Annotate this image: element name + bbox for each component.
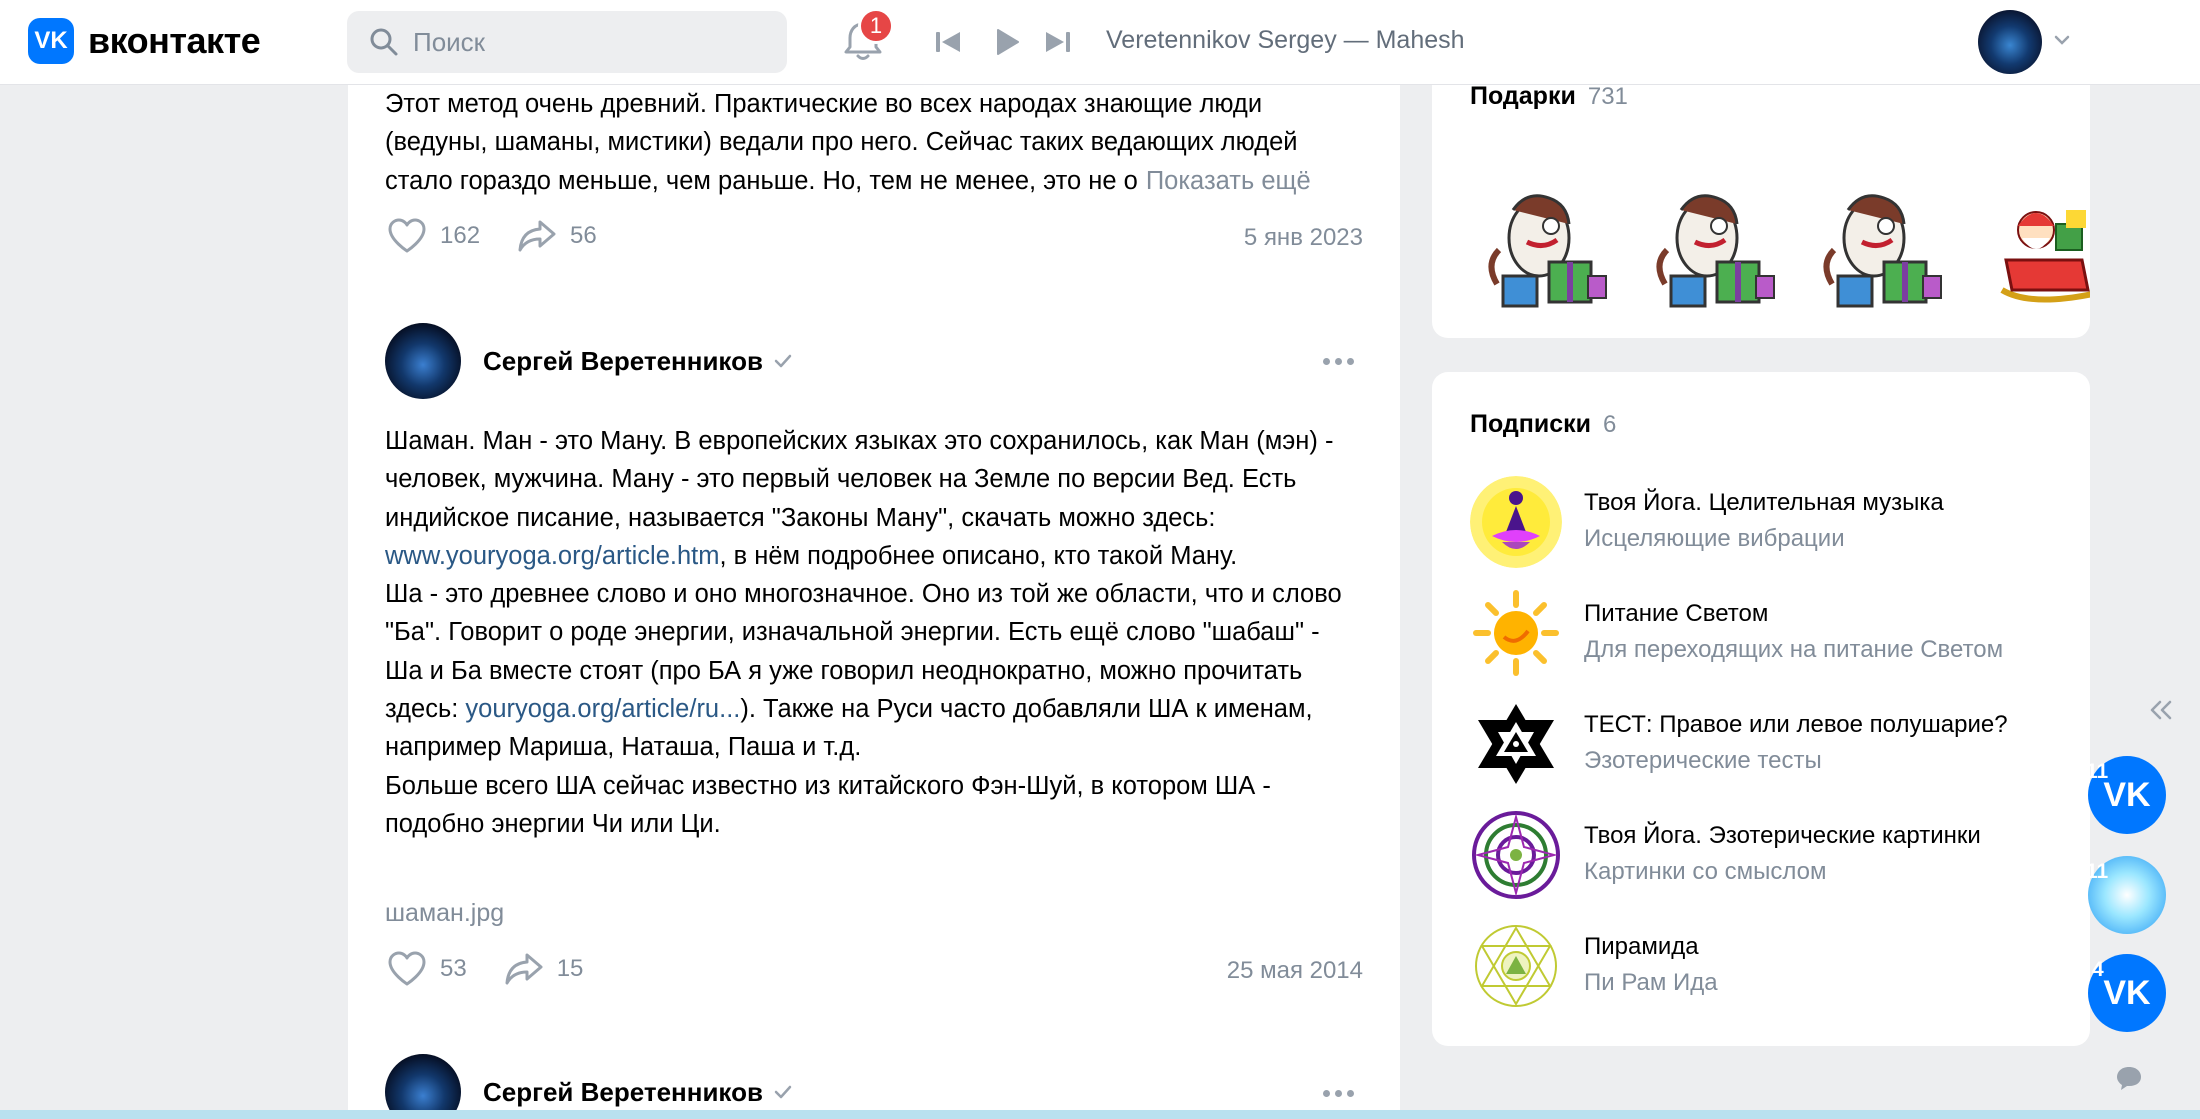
verified-check-icon [774, 1085, 792, 1099]
vk-logo-icon: VK [28, 18, 74, 64]
subscription-desc: Пи Рам Ида [1584, 969, 1718, 996]
vk-logo-icon: VK [2103, 973, 2151, 1012]
subscription-name: Питание Светом [1584, 600, 1769, 627]
more-options-icon[interactable] [1323, 1090, 1354, 1097]
subscription-desc: Картинки со смыслом [1584, 858, 1827, 885]
unread-count: 11 [2086, 760, 2109, 783]
post-author: Сергей Веретенников [385, 323, 793, 399]
share-count: 56 [570, 222, 597, 249]
post-paragraph-end: , в нём подробнее описано, кто такой Ман… [719, 541, 1238, 570]
more-options-icon[interactable] [1323, 358, 1354, 365]
gifts-count: 731 [1587, 83, 1628, 110]
subscription-item[interactable]: Пирамида Пи Рам Ида [1470, 920, 1718, 1012]
share-count: 15 [556, 955, 584, 982]
share-icon [518, 220, 556, 252]
subscriptions-title[interactable]: Подписки [1470, 410, 1591, 438]
next-track-icon[interactable] [1040, 24, 1076, 60]
heart-icon [388, 951, 426, 986]
vk-logo[interactable]: VK вконтакте [28, 18, 261, 64]
collapse-sidebar-icon[interactable] [2146, 698, 2174, 722]
share-icon [505, 953, 543, 985]
post-actions: 162 56 [386, 217, 633, 255]
bottom-bar [0, 1110, 2200, 1119]
heart-icon [388, 218, 426, 253]
verified-check-icon [774, 354, 792, 368]
subscriptions-card: Подписки 6 Твоя Йога. Целительная музыка … [1432, 372, 2090, 1046]
sun-icon [1470, 587, 1562, 679]
author-avatar[interactable] [385, 323, 461, 399]
gift-horse-image[interactable] [1812, 180, 1952, 320]
post-paragraph: Шаман. Ман - это Ману. В европейских язы… [385, 427, 1334, 532]
subscriptions-count: 6 [1603, 411, 1617, 438]
top-header: VK вконтакте Поиск 1 Veretennikov Sergey… [0, 0, 2200, 84]
gift-horse-image[interactable] [1645, 180, 1785, 320]
wall-feed: Этот метод очень древний. Практические в… [348, 0, 1400, 1119]
like-count: 53 [440, 955, 467, 982]
vk-logo-text: вконтакте [88, 20, 261, 61]
vk-logo-icon: VK [2103, 775, 2151, 814]
subscription-desc: Для переходящих на питание Светом [1584, 636, 2004, 663]
chat-icon[interactable] [2114, 1064, 2144, 1092]
subscription-item[interactable]: ТЕСТ: Правое или левое полушарие? Эзотер… [1470, 698, 2008, 790]
subscription-desc: Исцеляющие вибрации [1584, 525, 1845, 552]
post-body: Шаман. Ман - это Ману. В европейских язы… [385, 422, 1360, 843]
post-date[interactable]: 25 мая 2014 [1227, 957, 1363, 985]
author-name[interactable]: Сергей Веретенников [483, 346, 763, 377]
subscription-desc: Эзотерические тесты [1584, 747, 1822, 774]
now-playing-track[interactable]: Veretennikov Sergey — Mahesh [1106, 26, 1465, 55]
like-count: 162 [440, 222, 481, 249]
unread-count: 11 [2086, 860, 2109, 883]
gifts-title[interactable]: Подарки [1470, 82, 1576, 110]
post-date[interactable]: 5 янв 2023 [1244, 224, 1363, 252]
gift-santa-sleigh-image[interactable] [1992, 180, 2090, 320]
subscription-name: ТЕСТ: Правое или левое полушарие? [1584, 711, 2008, 738]
subscription-item[interactable]: Твоя Йога. Эзотерические картинки Картин… [1470, 809, 1981, 901]
search-icon [370, 28, 398, 56]
attachment-link[interactable]: шаман.jpg [385, 899, 504, 928]
subscription-item[interactable]: Питание Светом Для переходящих на питани… [1470, 587, 2003, 679]
sri-yantra-icon [1470, 698, 1562, 790]
like-button[interactable]: 162 [386, 217, 480, 255]
play-icon[interactable] [988, 24, 1024, 60]
subscription-name: Твоя Йога. Эзотерические картинки [1584, 822, 1981, 849]
yoga-meditation-icon [1470, 476, 1562, 568]
previous-track-icon[interactable] [930, 24, 966, 60]
gift-horse-image[interactable] [1477, 180, 1617, 320]
search-placeholder: Поиск [413, 26, 486, 57]
post-link[interactable]: www.youryoga.org/article.htm [385, 542, 719, 570]
mandala-icon [1470, 809, 1562, 901]
search-input[interactable]: Поиск [347, 11, 787, 73]
show-more-link[interactable]: Показать ещё [1137, 166, 1311, 195]
post-link[interactable]: youryoga.org/article/ru... [465, 695, 740, 723]
chevron-down-icon[interactable] [2052, 30, 2072, 50]
post-actions: 53 15 [386, 950, 619, 988]
pyramid-icon [1470, 920, 1562, 1012]
subscription-name: Твоя Йога. Целительная музыка [1584, 489, 1944, 516]
notifications-badge: 1 [858, 8, 894, 44]
author-name[interactable]: Сергей Веретенников [483, 1077, 763, 1108]
share-button[interactable]: 15 [503, 951, 584, 987]
profile-avatar[interactable] [1978, 10, 2042, 74]
unread-count: 4 [2092, 958, 2104, 981]
subscription-item[interactable]: Твоя Йога. Целительная музыка Исцеляющие… [1470, 476, 1944, 568]
like-button[interactable]: 53 [386, 950, 467, 988]
subscription-name: Пирамида [1584, 933, 1699, 960]
post-paragraph: Больше всего ША сейчас известно из китай… [385, 771, 1271, 838]
share-button[interactable]: 56 [516, 218, 597, 254]
